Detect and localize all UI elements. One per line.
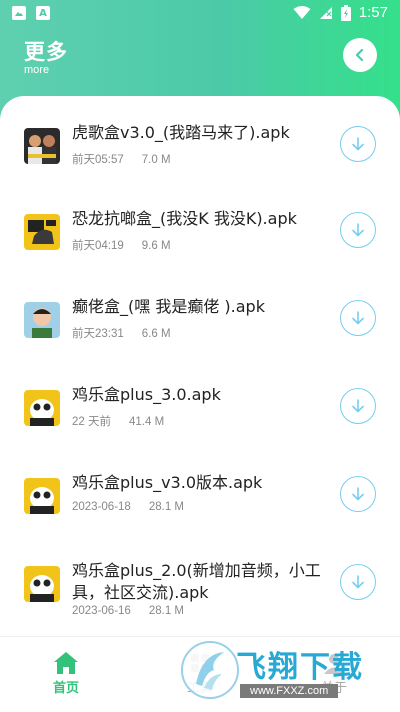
app-thumbnail [24,214,60,250]
image-icon [12,6,26,20]
status-bar: A 1:57 [0,0,400,28]
tab-home[interactable]: 首页 [26,649,106,696]
list-item[interactable]: 鸡乐盒plus_v3.0版本.apk 2023-06-18 28.1 M [0,452,400,540]
file-size: 7.0 M [141,154,171,166]
app-thumbnail [24,128,60,164]
page-title: 更多 [24,40,68,64]
file-meta: 前天05:57 7.0 M [72,151,171,167]
file-date: 前天05:57 [72,154,124,166]
file-size: 41.4 M [129,416,165,428]
watermark: 飞翔下载 www.FXXZ.com [180,630,385,711]
tab-label: 首页 [52,681,79,696]
file-meta: 前天23:31 6.6 M [72,325,171,341]
file-meta: 2023-06-16 28.1 M [72,605,184,617]
file-meta: 2023-06-18 28.1 M [72,501,184,513]
signal-icon [319,6,332,19]
file-name: 鸡乐盒plus_3.0.apk [72,385,221,404]
file-meta: 前天04:19 9.6 M [72,237,171,253]
file-name: 鸡乐盒plus_2.0(新增加音频，小工具，社区交流).apk [72,561,321,602]
download-icon [352,487,364,501]
app-thumbnail [24,390,60,426]
download-button[interactable] [340,388,376,424]
app-thumbnail [24,478,60,514]
app-thumbnail [24,302,60,338]
battery-icon [340,4,351,21]
download-icon [352,223,364,237]
watermark-url: www.FXXZ.com [240,684,339,698]
file-name: 恐龙抗啷盒_(我没K 我没K).apk [72,209,297,228]
watermark-logo [181,641,239,699]
home-icon [54,652,78,674]
download-button[interactable] [340,212,376,248]
file-name: 鸡乐盒plus_v3.0版本.apk [72,473,263,492]
list-item[interactable]: 鸡乐盒plus_3.0.apk 22 天前 41.4 M [0,364,400,452]
download-button[interactable] [340,476,376,512]
file-date: 2023-06-16 [72,605,131,617]
download-icon [352,575,364,589]
file-size: 28.1 M [148,501,184,513]
download-button[interactable] [340,300,376,336]
list-item[interactable]: 鸡乐盒plus_2.0(新增加音频，小工具，社区交流).apk 2023-06-… [0,540,400,636]
a-icon: A [36,6,50,20]
download-icon [352,137,364,151]
file-size: 6.6 M [141,328,171,340]
download-button[interactable] [340,564,376,600]
download-icon [352,311,364,325]
clock: 1:57 [358,4,388,21]
file-list: 虎歌盒v3.0_(我踏马来了).apk 前天05:57 7.0 M 恐龙抗啷盒_(… [0,96,400,636]
file-name: 虎歌盒v3.0_(我踏马来了).apk [72,123,290,142]
watermark-title: 飞翔下载 [236,650,364,685]
file-date: 22 天前 [72,416,111,428]
download-button[interactable] [340,126,376,162]
page-subtitle: more [24,64,50,76]
back-button[interactable] [343,38,377,72]
file-size: 9.6 M [141,240,171,252]
list-item[interactable]: 虎歌盒v3.0_(我踏马来了).apk 前天05:57 7.0 M [0,100,400,188]
file-meta: 22 天前 41.4 M [72,413,164,429]
wifi-icon [293,5,311,19]
app-thumbnail [24,566,60,602]
list-item[interactable]: 恐龙抗啷盒_(我没K 我没K).apk 前天04:19 9.6 M [0,188,400,276]
list-item[interactable]: 癫佬盒_(嘿 我是癫佬 ).apk 前天23:31 6.6 M [0,276,400,364]
file-date: 前天23:31 [72,328,124,340]
chevron-left-icon [355,48,364,62]
file-date: 前天04:19 [72,240,124,252]
file-date: 2023-06-18 [72,501,131,513]
file-size: 28.1 M [148,605,184,617]
file-name: 癫佬盒_(嘿 我是癫佬 ).apk [72,297,265,316]
download-icon [352,399,364,413]
